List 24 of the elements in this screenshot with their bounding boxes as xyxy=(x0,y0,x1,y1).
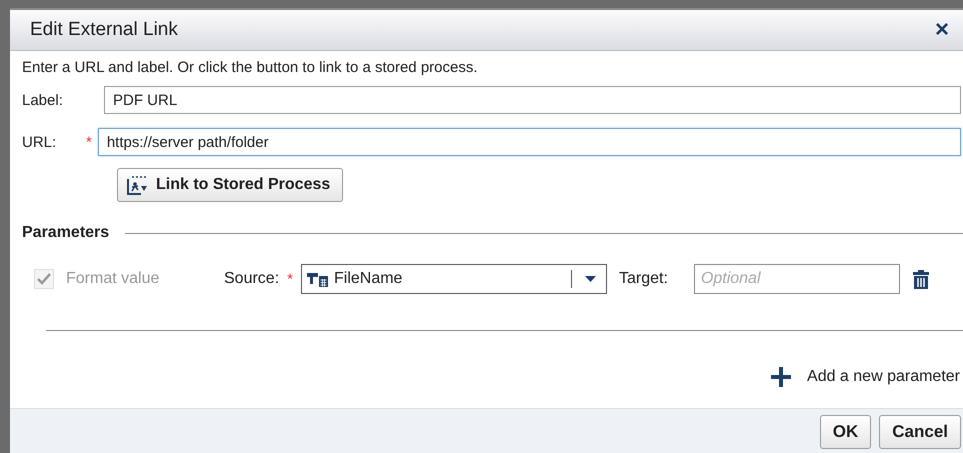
dialog-title: Edit External Link xyxy=(30,19,178,41)
close-button[interactable]: × xyxy=(930,18,953,42)
calculated-item-icon xyxy=(306,270,330,288)
dialog-button[interactable]: OK xyxy=(820,415,872,449)
plus-icon xyxy=(771,367,792,387)
text-field[interactable]: https://server path/folder xyxy=(98,128,961,156)
field-label: Label: xyxy=(22,92,64,108)
field-label: URL: xyxy=(22,134,58,150)
checkbox-label: Format value xyxy=(66,270,160,288)
process-icon xyxy=(126,175,148,195)
required-mark: * xyxy=(287,270,293,288)
source-dropdown[interactable]: FileName xyxy=(300,264,607,294)
stored-process-button[interactable]: Link to Stored Process xyxy=(117,168,344,202)
instruction-text: Enter a URL and label. Or click the button to link to a stored process. xyxy=(22,59,479,76)
caret-icon xyxy=(585,276,596,282)
trash-icon[interactable] xyxy=(912,269,930,289)
section-heading: Parameters xyxy=(22,224,110,242)
required-mark: * xyxy=(86,134,92,150)
field-label: Target: xyxy=(618,270,668,288)
dialog-button[interactable]: Cancel xyxy=(879,415,961,449)
add-parameter-button[interactable]: Add a new parameter xyxy=(771,367,963,387)
target-field[interactable]: Optional xyxy=(694,264,900,294)
field-label: Source: xyxy=(224,270,280,288)
text-field[interactable]: PDF URL xyxy=(104,86,961,114)
